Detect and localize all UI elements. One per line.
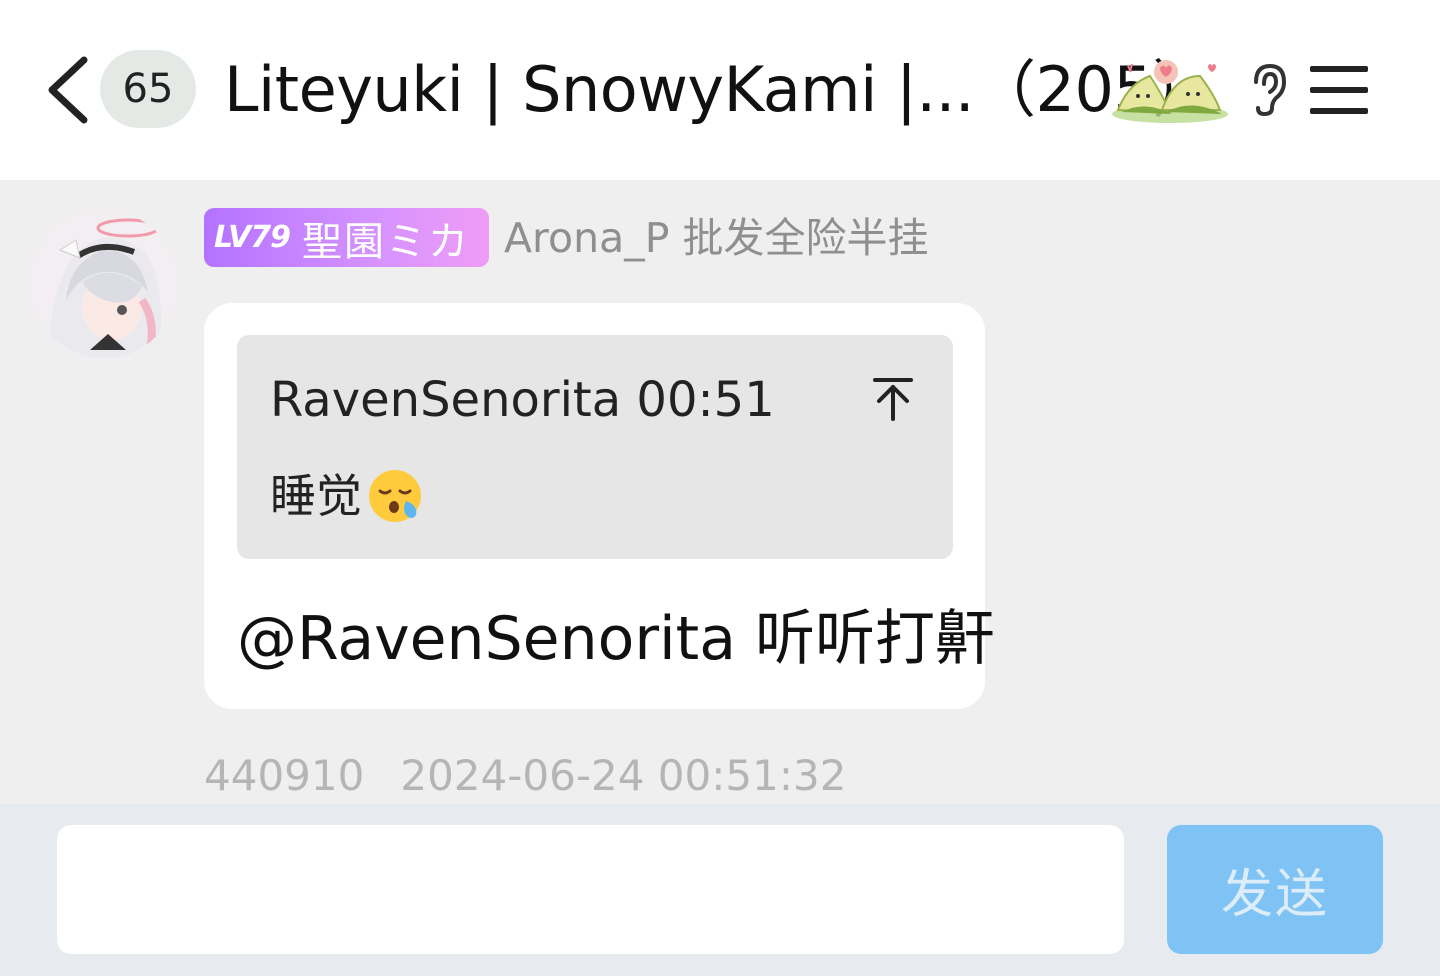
send-button[interactable]: 发送	[1167, 825, 1383, 954]
composer-bar: 发送	[0, 804, 1440, 976]
jump-to-original-icon[interactable]	[869, 375, 917, 423]
sleeping-face-emoji-icon	[366, 467, 424, 525]
message-list[interactable]: LV79 聖園ミカ Arona_P 批发全险半挂 RavenSenorita 0…	[0, 180, 1440, 804]
sender-name[interactable]: Arona_P 批发全险半挂	[504, 210, 928, 266]
message-text: @RavenSenorita 听听打鼾	[237, 604, 996, 674]
chat-title[interactable]: Liteyuki | SnowyKami |...（205）	[224, 50, 1214, 130]
member-level-badge: LV79 聖園ミカ	[204, 208, 489, 267]
message-timestamp: 2024-06-24 00:51:32	[400, 751, 847, 800]
unread-count-badge[interactable]: 65	[100, 50, 196, 128]
message-input[interactable]	[57, 825, 1124, 954]
message-bubble[interactable]: RavenSenorita 00:51 睡觉 @RavenSenorita 听听…	[204, 303, 995, 709]
sender-avatar[interactable]	[30, 210, 178, 358]
back-button[interactable]	[40, 52, 100, 128]
ear-icon[interactable]	[1248, 62, 1292, 118]
rice-dumpling-sticker-icon[interactable]	[1108, 54, 1230, 126]
message-id: 440910	[204, 751, 365, 800]
quoted-reply[interactable]: RavenSenorita 00:51 睡觉	[237, 335, 953, 559]
quote-text: 睡觉	[270, 463, 424, 529]
hamburger-menu-icon[interactable]	[1308, 62, 1372, 118]
message-meta: 440910 2024-06-24 00:51:32	[204, 748, 846, 804]
quote-text-content: 睡觉	[270, 469, 362, 523]
chat-header: 65 Liteyuki | SnowyKami |...（205）	[0, 0, 1440, 180]
chevron-left-icon	[48, 56, 88, 124]
level-label: LV79	[214, 220, 291, 255]
level-nickname: 聖園ミカ	[301, 218, 470, 265]
quote-author-time: RavenSenorita 00:51	[270, 372, 775, 428]
